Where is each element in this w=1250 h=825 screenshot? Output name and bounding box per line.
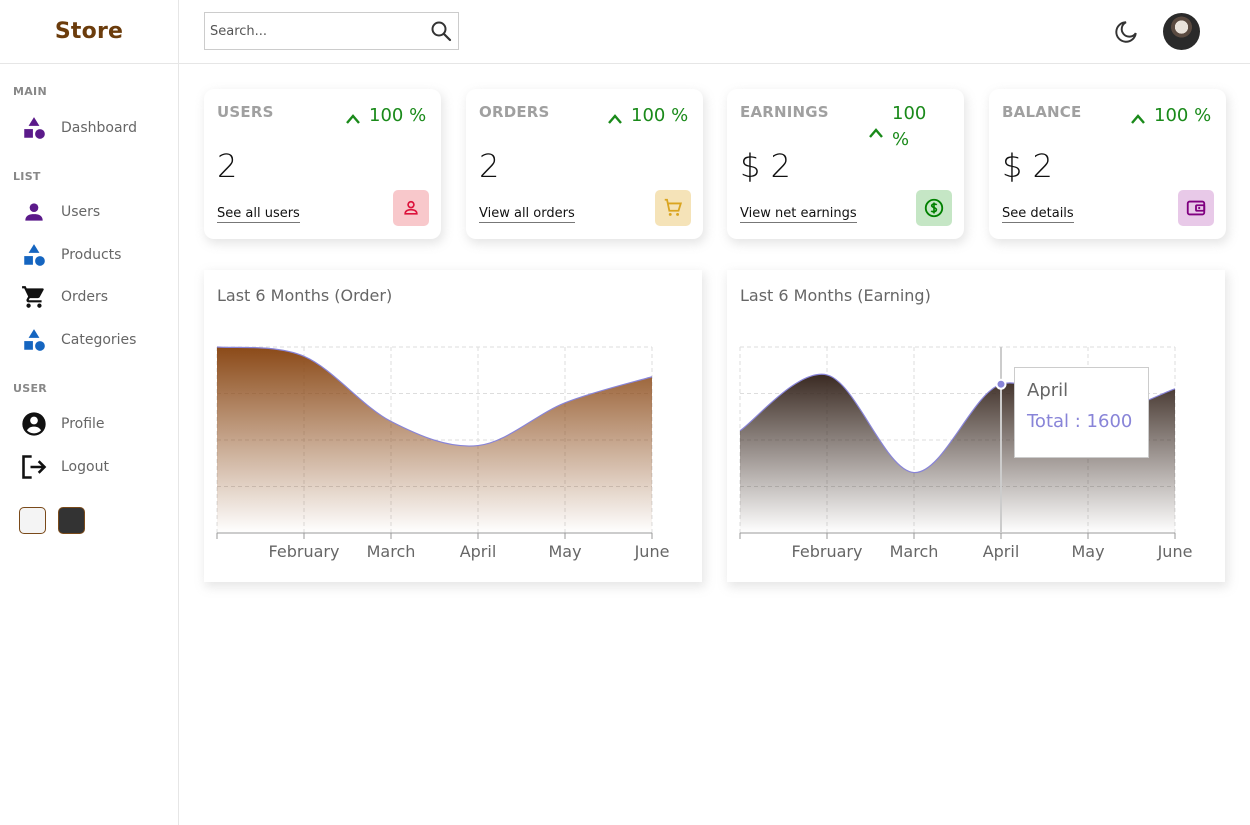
dollar-icon — [916, 190, 952, 226]
sidebar-item-logout[interactable]: Logout — [20, 453, 109, 481]
section-title-main: MAIN — [13, 85, 47, 98]
avatar[interactable] — [1163, 13, 1200, 50]
topbar — [179, 0, 1250, 64]
chart-tooltip: April Total : 1600 — [1014, 367, 1149, 458]
sidebar: Store MAIN Dashboard LIST Users Products — [0, 0, 179, 825]
section-title-user: USER — [13, 382, 48, 395]
cart-icon — [20, 283, 48, 311]
x-tick-label: April — [460, 542, 497, 561]
x-tick-label: June — [634, 542, 670, 561]
sidebar-item-profile[interactable]: Profile — [20, 410, 105, 438]
widget-value: $ 2 — [740, 147, 791, 185]
widget-value: 2 — [217, 147, 238, 185]
x-tick-label: May — [1071, 542, 1104, 561]
arrow-up-icon — [868, 121, 884, 147]
widget-users: USERS 100 % 2 See all users — [204, 89, 441, 239]
search-icon[interactable] — [424, 13, 458, 49]
widget-percentage: 100 % — [1130, 105, 1211, 130]
sidebar-item-label: Logout — [61, 459, 109, 475]
earnings-chart-card: Last 6 Months (Earning) February March Apr… — [727, 270, 1225, 582]
widget-orders: ORDERS 100 % 2 View all orders — [466, 89, 703, 239]
widget-value: $ 2 — [1002, 147, 1053, 185]
widget-percentage: 100 % — [868, 101, 948, 153]
arrow-up-icon — [345, 109, 361, 130]
logo-area: Store — [0, 0, 178, 64]
search-box — [204, 12, 459, 50]
sidebar-item-orders[interactable]: Orders — [20, 283, 108, 311]
sidebar-item-label: Categories — [61, 332, 137, 348]
widget-balance: BALANCE 100 % $ 2 See details — [989, 89, 1226, 239]
sidebar-item-categories[interactable]: Categories — [20, 326, 136, 354]
widget-link[interactable]: View net earnings — [740, 206, 857, 223]
arrow-up-icon — [1130, 109, 1146, 130]
sidebar-item-label: Profile — [61, 416, 105, 432]
widget-link[interactable]: See all users — [217, 206, 300, 223]
widget-percent-value: 100 % — [369, 105, 427, 126]
sidebar-item-dashboard[interactable]: Dashboard — [20, 114, 137, 142]
orders-chart-card: Last 6 Months (Order) February March April… — [204, 270, 702, 582]
widget-title: EARNINGS — [740, 103, 829, 121]
shopping-cart-icon — [655, 190, 691, 226]
person-icon — [20, 198, 48, 226]
section-title-list: LIST — [13, 170, 41, 183]
account-circle-icon — [20, 410, 48, 438]
sidebar-item-users[interactable]: Users — [20, 198, 100, 226]
logout-icon — [20, 453, 48, 481]
widget-percent-value: 100 % — [892, 103, 927, 150]
widget-title: ORDERS — [479, 103, 550, 121]
wallet-icon — [1178, 190, 1214, 226]
sidebar-item-label: Dashboard — [61, 120, 137, 136]
dashboard-icon — [20, 114, 48, 142]
logo[interactable]: Store — [55, 19, 123, 44]
x-tick-label: February — [792, 542, 863, 561]
dark-theme-swatch[interactable] — [58, 507, 85, 534]
arrow-up-icon — [607, 109, 623, 130]
tooltip-value: Total : 1600 — [1027, 411, 1133, 432]
app: Store MAIN Dashboard LIST Users Products — [0, 0, 1250, 825]
widget-link[interactable]: See details — [1002, 206, 1074, 223]
x-tick-label: March — [367, 542, 416, 561]
widget-percentage: 100 % — [607, 105, 688, 130]
widget-link[interactable]: View all orders — [479, 206, 575, 223]
sidebar-item-label: Users — [61, 204, 101, 220]
widget-title: USERS — [217, 103, 274, 121]
widget-percent-value: 100 % — [1154, 105, 1212, 126]
x-tick-label: April — [983, 542, 1020, 561]
widget-value: 2 — [479, 147, 500, 185]
x-tick-label: June — [1157, 542, 1193, 561]
x-tick-label: May — [548, 542, 581, 561]
tooltip-label: April — [1027, 380, 1069, 401]
category-icon — [20, 241, 48, 269]
widget-title: BALANCE — [1002, 103, 1082, 121]
earnings-area-chart[interactable]: February March April May June — [727, 270, 1225, 582]
widget-earnings: EARNINGS 100 % $ 2 View net earnings — [727, 89, 964, 239]
active-dot — [995, 378, 1007, 390]
category-icon — [20, 326, 48, 354]
widget-percentage: 100 % — [345, 105, 426, 130]
search-input[interactable] — [205, 13, 424, 49]
sidebar-item-products[interactable]: Products — [20, 241, 121, 269]
dark-mode-icon[interactable] — [1113, 19, 1139, 45]
light-theme-swatch[interactable] — [19, 507, 46, 534]
person-outline-icon — [393, 190, 429, 226]
x-tick-label: February — [269, 542, 340, 561]
orders-area-chart[interactable]: February March April May June — [204, 270, 702, 582]
widget-percent-value: 100 % — [631, 105, 689, 126]
x-tick-label: March — [890, 542, 939, 561]
sidebar-item-label: Products — [61, 247, 122, 263]
sidebar-item-label: Orders — [61, 289, 109, 305]
